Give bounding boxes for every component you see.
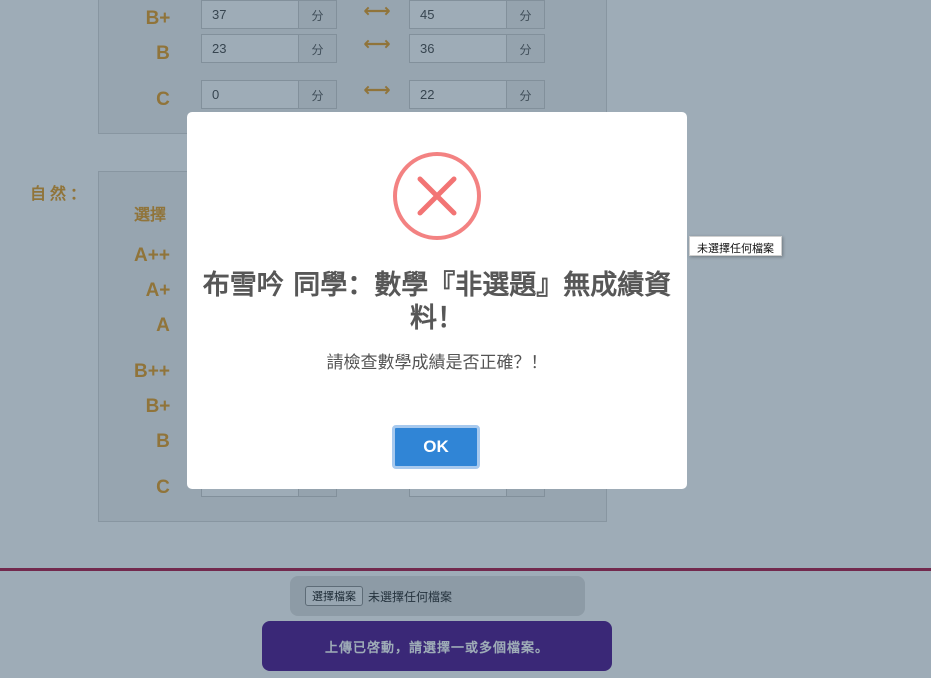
ok-button[interactable]: OK — [392, 425, 480, 469]
dialog-message: 請檢查數學成績是否正確？！ — [326, 353, 548, 373]
error-x-icon — [393, 152, 481, 240]
dialog-title: 布雪吟 同學：數學『非選題』無成績資料！ — [202, 270, 672, 334]
error-dialog: 布雪吟 同學：數學『非選題』無成績資料！ 請檢查數學成績是否正確？！ OK — [187, 112, 687, 489]
file-input-tooltip: 未選擇任何檔案 — [689, 236, 782, 256]
